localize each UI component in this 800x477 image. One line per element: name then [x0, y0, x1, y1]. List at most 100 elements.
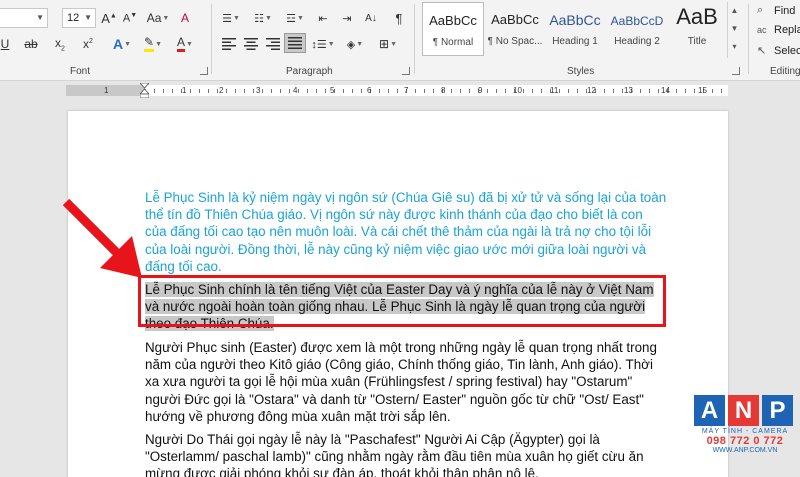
subscript-button[interactable]: x2: [50, 34, 70, 54]
ruler-number: 8: [441, 86, 446, 95]
align-left-button[interactable]: [220, 34, 238, 54]
align-center-button[interactable]: [242, 34, 260, 54]
change-case-button[interactable]: Aa ▼: [146, 8, 170, 28]
ruler-number: 15: [698, 86, 707, 95]
bullets-button[interactable]: ☰ ▼: [218, 8, 244, 28]
bullets-icon: ☰: [222, 12, 232, 25]
ruler-ticks: [145, 89, 728, 93]
styles-gallery-scroll: ▲ ▼ ▾: [727, 2, 741, 58]
ruler-number: 1: [182, 86, 187, 95]
search-icon: ⌕: [757, 4, 764, 16]
paint-bucket-icon: ◈: [346, 38, 356, 51]
sort-button[interactable]: A↓: [362, 8, 380, 28]
ruler-body: 1 1 2 3 4 5 6 7 8 9 10 11 12 13 14 15: [66, 85, 728, 96]
cursor-icon: ↖: [757, 45, 767, 57]
ruler-number: 3: [256, 86, 261, 95]
font-size-combo[interactable]: 12 ▼: [62, 8, 96, 28]
superscript-button[interactable]: x2: [78, 34, 98, 54]
style-heading-1[interactable]: AaBbCc Heading 1: [544, 2, 606, 56]
select-button[interactable]: ↖ Select: [757, 44, 800, 58]
font-color-button[interactable]: A ▼: [172, 34, 198, 54]
ruler-number: 5: [330, 86, 335, 95]
style-preview: AaBbCcD: [610, 14, 664, 28]
multilevel-list-icon: ☲: [286, 12, 296, 25]
numbering-icon: ☷: [254, 12, 264, 25]
text-effects-icon: A: [112, 36, 124, 52]
increase-indent-button[interactable]: ⇥: [338, 8, 356, 28]
style-preview: AaBbCc: [429, 13, 477, 28]
shrink-font-icon: A▼: [122, 11, 138, 25]
increase-indent-icon: ⇥: [342, 12, 352, 25]
font-color-icon: A: [177, 36, 186, 52]
style-title[interactable]: AaB Title: [666, 2, 728, 56]
ruler-number: 14: [661, 86, 670, 95]
ruler-number: 4: [293, 86, 298, 95]
align-left-icon: [222, 38, 236, 50]
style-name: Title: [687, 36, 707, 47]
style-normal[interactable]: AaBbCc ¶ Normal: [422, 2, 484, 56]
decrease-indent-button[interactable]: ⇤: [314, 8, 332, 28]
underline-button[interactable]: U: [0, 34, 12, 54]
anp-phone: 098 772 0 772: [706, 435, 784, 447]
font-dialog-launcher[interactable]: [200, 67, 208, 75]
paragraph-dialog-launcher[interactable]: [402, 67, 410, 75]
gallery-more-icon[interactable]: ▾: [728, 38, 741, 56]
clear-formatting-button[interactable]: A: [176, 8, 194, 28]
highlight-color-button[interactable]: ✎ ▼: [140, 34, 166, 54]
grow-font-button[interactable]: A▲: [100, 8, 118, 28]
subscript-icon: x2: [55, 35, 65, 53]
show-formatting-button[interactable]: ¶: [390, 8, 408, 28]
borders-button[interactable]: ⊞ ▼: [374, 34, 402, 54]
find-button[interactable]: ⌕ Find: [757, 4, 795, 17]
separator: [414, 4, 415, 74]
ruler-number: 10: [513, 86, 522, 95]
font-name-combo[interactable]: ▼: [0, 8, 48, 28]
paragraph-4: Người Do Thái gọi ngày lễ này là "Pascha…: [145, 432, 644, 477]
strikethrough-button[interactable]: ab: [20, 34, 42, 54]
font-size-value: 12: [67, 12, 80, 24]
replace-button[interactable]: ac Repla: [757, 24, 800, 36]
style-preview: AaBbCc: [491, 12, 539, 27]
paragraph-3: Người Phục sinh (Easter) được xem là một…: [145, 340, 657, 424]
numbering-button[interactable]: ☷ ▼: [250, 8, 276, 28]
separator: [748, 4, 749, 74]
find-label: Find: [774, 4, 796, 17]
anp-tagline: MÁY TÍNH - CAMERA: [701, 428, 789, 435]
anp-watermark: A N P MÁY TÍNH - CAMERA 098 772 0 772 WW…: [694, 395, 796, 475]
select-label: Select: [774, 44, 800, 57]
gallery-down-icon[interactable]: ▼: [728, 20, 741, 38]
style-preview: AaB: [676, 4, 718, 29]
replace-label: Repla: [774, 24, 800, 36]
sort-icon: A↓: [365, 12, 377, 24]
horizontal-ruler[interactable]: 1 1 2 3 4 5 6 7 8 9 10 11 12 13 14 15: [0, 81, 800, 99]
clear-formatting-icon: A: [180, 11, 189, 25]
replace-icon: ac: [757, 25, 767, 35]
styles-dialog-launcher[interactable]: [732, 67, 740, 75]
gallery-up-icon[interactable]: ▲: [728, 2, 741, 20]
style-preview: AaBbCc: [549, 12, 601, 28]
style-name: Heading 1: [552, 36, 598, 47]
multilevel-list-button[interactable]: ☲ ▼: [282, 8, 308, 28]
borders-icon: ⊞: [379, 37, 390, 51]
ruler-number: 6: [367, 86, 372, 95]
word-window: ▼ 12 ▼ A▲ A▼ Aa ▼ A U ab x2 x2 A ▼ ✎ ▼ A…: [0, 0, 800, 477]
underline-icon: U: [0, 37, 10, 51]
anp-website: WWW.ANP.COM.VN: [712, 447, 778, 454]
style-heading-2[interactable]: AaBbCcD Heading 2: [606, 2, 668, 56]
anp-logo: A N P: [694, 395, 796, 426]
style-no-spacing[interactable]: AaBbCc ¶ No Spac...: [484, 2, 546, 56]
indent-marker-icon[interactable]: [140, 83, 149, 98]
shrink-font-button[interactable]: A▼: [121, 8, 139, 28]
line-spacing-button[interactable]: ↕☰ ▼: [310, 34, 336, 54]
logo-letter: A: [694, 395, 725, 426]
superscript-icon: x2: [83, 37, 93, 51]
align-right-icon: [266, 38, 280, 50]
shading-button[interactable]: ◈ ▼: [342, 34, 368, 54]
logo-letter: P: [762, 395, 793, 426]
ruler-number: 2: [219, 86, 224, 95]
style-name: ¶ No Spac...: [487, 36, 543, 47]
line-spacing-icon: ↕☰: [311, 38, 327, 51]
text-effects-button[interactable]: A ▼: [110, 34, 134, 54]
align-right-button[interactable]: [264, 34, 282, 54]
justify-button[interactable]: [284, 33, 306, 53]
